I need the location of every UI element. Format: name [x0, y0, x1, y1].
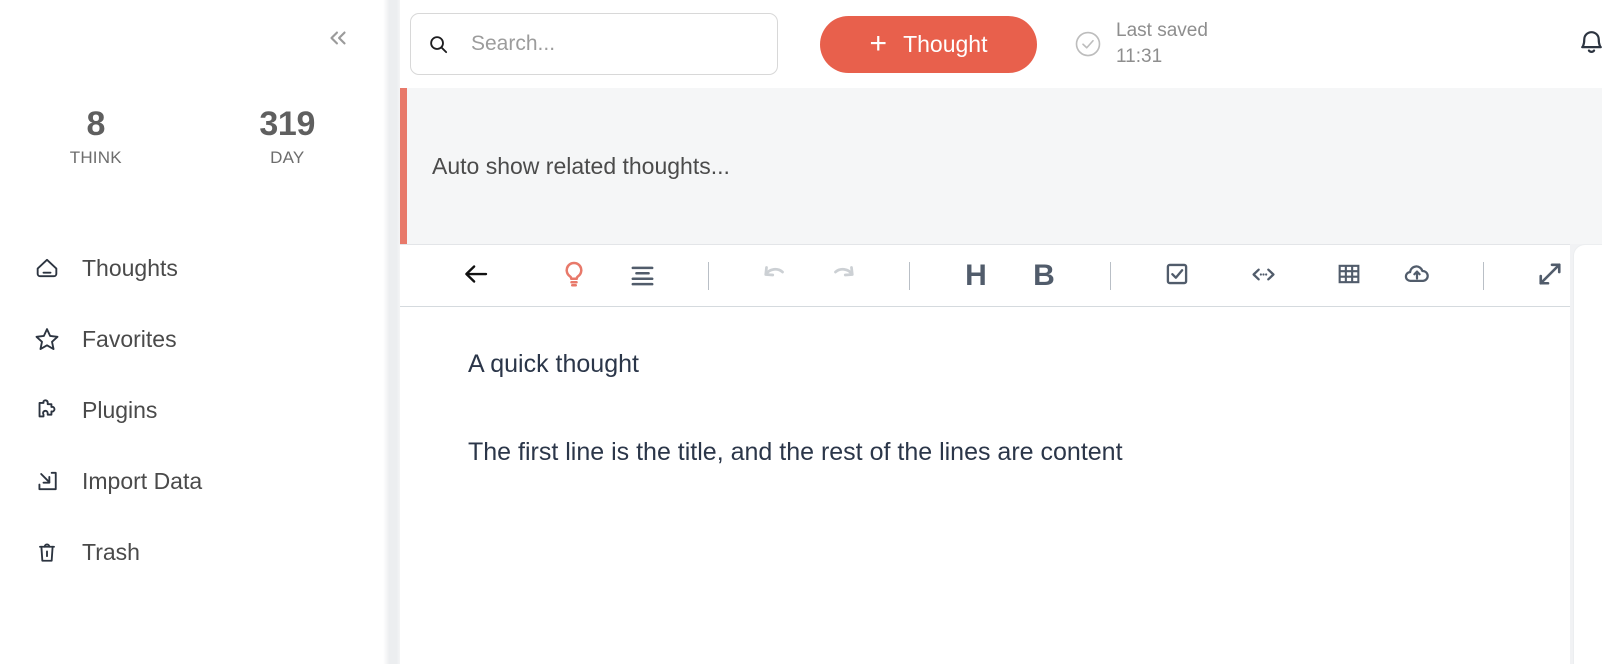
sidebar-item-favorites[interactable]: Favorites: [0, 314, 383, 364]
sidebar-collapse-button[interactable]: [321, 22, 355, 56]
sidebar-nav: Thoughts Favorites Plugins Import Data T…: [0, 243, 383, 598]
code-icon: [1249, 260, 1278, 292]
bold-icon-button[interactable]: B: [1024, 256, 1064, 296]
sidebar-item-label: Plugins: [82, 397, 158, 423]
stat-think: 8 THINK: [0, 104, 192, 170]
last-saved-label: Last saved: [1116, 20, 1208, 41]
expand-icon: [1535, 259, 1565, 292]
table-icon: [1335, 260, 1363, 291]
lightbulb-icon: [559, 259, 589, 292]
back-arrow-icon: [461, 259, 491, 292]
related-thoughts-text: Auto show related thoughts...: [432, 152, 730, 179]
back-arrow-icon-button[interactable]: [456, 256, 496, 296]
search-box[interactable]: [410, 13, 778, 75]
search-icon: [427, 33, 450, 56]
related-thoughts-banner[interactable]: Auto show related thoughts...: [400, 88, 1602, 244]
document-paragraph: The first line is the title, and the res…: [468, 438, 1123, 466]
stat-day: 319 DAY: [192, 104, 384, 170]
trash-icon: [30, 535, 64, 569]
document-title: A quick thought: [468, 350, 639, 378]
last-saved-status: Last saved 11:31: [1073, 18, 1208, 70]
expand-icon-button[interactable]: [1530, 256, 1570, 296]
stats-row: 8 THINK 319 DAY: [0, 104, 383, 170]
top-bar-right: [1576, 0, 1602, 88]
heading-icon-button[interactable]: H: [956, 256, 996, 296]
left-sidebar: 8 THINK 319 DAY Thoughts Favorites Plugi…: [0, 0, 383, 664]
stat-think-label: THINK: [69, 148, 122, 167]
redo-icon-button[interactable]: [823, 256, 863, 296]
search-input[interactable]: [471, 32, 761, 56]
sidebar-item-label: Trash: [82, 539, 140, 565]
main-area: + Thought Last saved 11:31: [400, 0, 1602, 664]
star-icon: [30, 322, 64, 356]
sidebar-divider-gutter: [383, 0, 400, 664]
checkbox-icon: [1163, 260, 1191, 291]
align-center-icon: [628, 260, 657, 292]
code-icon-button[interactable]: [1243, 256, 1283, 296]
editor-toolbar: H B: [400, 245, 1570, 307]
toolbar-divider: [1483, 261, 1484, 290]
cloud-upload-icon-button[interactable]: [1397, 256, 1437, 296]
cloud-upload-icon: [1402, 259, 1432, 292]
stat-think-value: 8: [86, 105, 106, 143]
stat-day-value: 319: [259, 105, 316, 143]
bell-icon: [1576, 27, 1602, 61]
check-circle-icon: [1073, 29, 1103, 59]
sidebar-item-label: Import Data: [82, 468, 203, 494]
sidebar-item-trash[interactable]: Trash: [0, 527, 383, 577]
sidebar-item-plugins[interactable]: Plugins: [0, 385, 383, 435]
top-bar: + Thought Last saved 11:31: [400, 0, 1602, 88]
toolbar-divider: [1110, 261, 1111, 290]
editor-region: H B A quick thought The first line is th…: [400, 244, 1602, 664]
home-icon: [30, 251, 64, 285]
puzzle-icon: [30, 393, 64, 427]
undo-icon: [760, 259, 790, 292]
stat-day-label: DAY: [270, 148, 305, 167]
heading-icon: H: [965, 258, 987, 292]
import-icon: [30, 464, 64, 498]
plus-icon: +: [869, 27, 888, 60]
checkbox-icon-button[interactable]: [1157, 256, 1197, 296]
new-thought-label: Thought: [903, 30, 988, 57]
editor-card: H B A quick thought The first line is th…: [400, 244, 1570, 664]
toolbar-divider: [708, 261, 709, 290]
toolbar-divider: [909, 261, 910, 290]
app-root: 8 THINK 319 DAY Thoughts Favorites Plugi…: [0, 0, 1602, 664]
new-thought-button[interactable]: + Thought: [820, 15, 1037, 73]
sidebar-item-thoughts[interactable]: Thoughts: [0, 243, 383, 293]
notifications-button[interactable]: [1576, 27, 1602, 61]
lightbulb-icon-button[interactable]: [554, 256, 594, 296]
chevron-double-left-icon: [325, 25, 351, 54]
last-saved-time: 11:31: [1116, 46, 1163, 67]
redo-icon: [828, 259, 858, 292]
sidebar-item-import-data[interactable]: Import Data: [0, 456, 383, 506]
table-icon-button[interactable]: [1329, 256, 1369, 296]
bold-icon: B: [1033, 258, 1055, 292]
undo-icon-button[interactable]: [755, 256, 795, 296]
sidebar-item-label: Favorites: [82, 326, 177, 352]
align-center-icon-button[interactable]: [622, 256, 662, 296]
sidebar-item-label: Thoughts: [82, 255, 178, 281]
editor-document[interactable]: A quick thought The first line is the ti…: [400, 307, 1570, 664]
right-rail: [1573, 244, 1602, 664]
